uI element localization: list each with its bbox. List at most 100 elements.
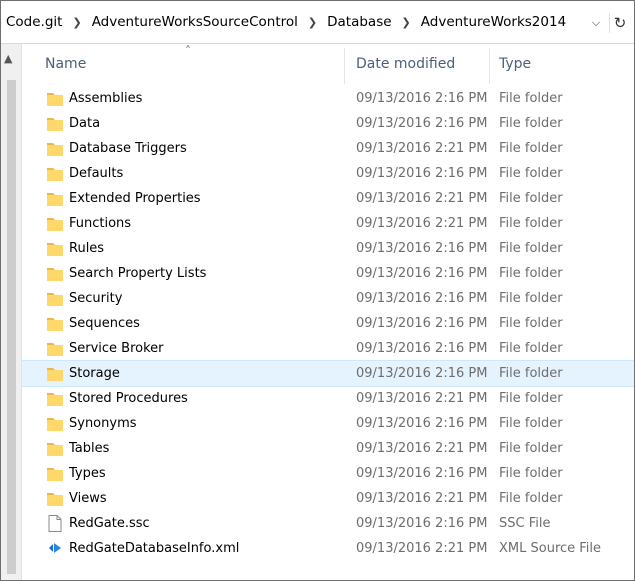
folder-icon <box>46 415 64 432</box>
address-bar[interactable]: Code.git ❯ AdventureWorksSourceControl ❯… <box>1 1 634 44</box>
scrollbar-thumb[interactable] <box>7 80 16 574</box>
chevron-right-icon[interactable]: ❯ <box>65 16 88 29</box>
file-name: Stored Procedures <box>69 391 188 406</box>
file-name: Extended Properties <box>69 191 201 206</box>
file-name: Sequences <box>69 316 140 331</box>
file-name: Assemblies <box>69 91 143 106</box>
file-row[interactable]: Functions 09/13/2016 2:21 PM File folder <box>22 211 634 236</box>
vertical-scrollbar[interactable]: ▲ <box>1 44 22 580</box>
file-type: File folder <box>499 366 563 381</box>
column-header: ˄ Name Date modified Type <box>22 44 634 84</box>
file-type: File folder <box>499 191 563 206</box>
file-type: File folder <box>499 291 563 306</box>
file-date-modified: 09/13/2016 2:16 PM <box>356 166 488 181</box>
file-type: File folder <box>499 416 563 431</box>
file-name: Storage <box>69 366 120 381</box>
file-row[interactable]: Data 09/13/2016 2:16 PM File folder <box>22 111 634 136</box>
file-row[interactable]: Storage 09/13/2016 2:16 PM File folder <box>21 360 634 387</box>
file-row[interactable]: Synonyms 09/13/2016 2:16 PM File folder <box>22 411 634 436</box>
file-date-modified: 09/13/2016 2:21 PM <box>356 191 488 206</box>
folder-icon <box>46 490 64 507</box>
file-row[interactable]: Types 09/13/2016 2:16 PM File folder <box>22 461 634 486</box>
file-row[interactable]: Rules 09/13/2016 2:16 PM File folder <box>22 236 634 261</box>
file-type: File folder <box>499 116 563 131</box>
file-type: File folder <box>499 91 563 106</box>
file-type: SSC File <box>499 516 551 531</box>
file-name: Security <box>69 291 123 306</box>
folder-icon <box>46 390 64 407</box>
folder-icon <box>46 140 64 157</box>
file-type: File folder <box>499 441 563 456</box>
file-row[interactable]: Service Broker 09/13/2016 2:16 PM File fol… <box>22 336 634 361</box>
file-type: File folder <box>499 241 563 256</box>
file-date-modified: 09/13/2016 2:21 PM <box>356 441 488 456</box>
file-row[interactable]: Search Property Lists 09/13/2016 2:16 PM F… <box>22 261 634 286</box>
file-row[interactable]: Database Triggers 09/13/2016 2:21 PM File … <box>22 136 634 161</box>
file-type: File folder <box>499 466 563 481</box>
file-date-modified: 09/13/2016 2:16 PM <box>356 266 488 281</box>
column-divider[interactable] <box>344 48 345 84</box>
file-type: File folder <box>499 316 563 331</box>
file-type: File folder <box>499 166 563 181</box>
column-divider[interactable] <box>489 48 490 84</box>
folder-icon <box>46 240 64 257</box>
file-date-modified: 09/13/2016 2:21 PM <box>356 541 488 556</box>
chevron-right-icon[interactable]: ❯ <box>395 16 418 29</box>
file-date-modified: 09/13/2016 2:21 PM <box>356 141 488 156</box>
refresh-icon[interactable]: ↻ <box>609 13 630 33</box>
file-row[interactable]: Sequences 09/13/2016 2:16 PM File folder <box>22 311 634 336</box>
file-name: Search Property Lists <box>69 266 207 281</box>
file-name: Service Broker <box>69 341 164 356</box>
chevron-down-icon[interactable]: ⌵ <box>587 14 605 32</box>
folder-icon <box>46 340 64 357</box>
chevron-right-icon[interactable]: ❯ <box>301 16 324 29</box>
file-date-modified: 09/13/2016 2:16 PM <box>356 316 488 331</box>
column-header-type[interactable]: Type <box>499 44 531 84</box>
file-row[interactable]: RedGateDatabaseInfo.xml 09/13/2016 2:21 P… <box>22 536 634 561</box>
folder-icon <box>46 365 64 382</box>
file-row[interactable]: Security 09/13/2016 2:16 PM File folder <box>22 286 634 311</box>
column-header-name[interactable]: Name <box>45 44 86 84</box>
file-date-modified: 09/13/2016 2:21 PM <box>356 216 488 231</box>
file-type: File folder <box>499 216 563 231</box>
file-type: XML Source File <box>499 541 602 556</box>
file-name: Tables <box>69 441 110 456</box>
file-row[interactable]: Defaults 09/13/2016 2:16 PM File folder <box>22 161 634 186</box>
folder-icon <box>46 290 64 307</box>
folder-icon <box>46 215 64 232</box>
file-type: File folder <box>499 491 563 506</box>
file-date-modified: 09/13/2016 2:16 PM <box>356 91 488 106</box>
file-name: Defaults <box>69 166 124 181</box>
breadcrumb-item[interactable]: Database <box>324 14 394 30</box>
file-row[interactable]: Stored Procedures 09/13/2016 2:21 PM File … <box>22 386 634 411</box>
file-name: RedGateDatabaseInfo.xml <box>69 541 240 556</box>
folder-icon <box>46 90 64 107</box>
breadcrumb-item[interactable]: AdventureWorksSourceControl <box>89 14 301 30</box>
file-row[interactable]: Extended Properties 09/13/2016 2:21 PM Fil… <box>22 186 634 211</box>
file-date-modified: 09/13/2016 2:21 PM <box>356 391 488 406</box>
file-name: Synonyms <box>69 416 137 431</box>
sort-ascending-icon: ˄ <box>185 44 191 58</box>
scroll-up-arrow-icon[interactable]: ▲ <box>4 52 12 65</box>
file-name: Types <box>69 466 106 481</box>
file-row[interactable]: RedGate.ssc 09/13/2016 2:16 PM SSC File <box>22 511 634 536</box>
file-icon <box>46 515 64 532</box>
file-date-modified: 09/13/2016 2:16 PM <box>356 366 488 381</box>
folder-icon <box>46 190 64 207</box>
file-row[interactable]: Assemblies 09/13/2016 2:16 PM File folder <box>22 86 634 111</box>
file-date-modified: 09/13/2016 2:16 PM <box>356 291 488 306</box>
file-type: File folder <box>499 391 563 406</box>
file-name: Rules <box>69 241 105 256</box>
breadcrumb-item[interactable]: AdventureWorks2014 <box>418 14 569 30</box>
file-date-modified: 09/13/2016 2:16 PM <box>356 341 488 356</box>
folder-icon <box>46 165 64 182</box>
breadcrumb-item[interactable]: Code.git <box>3 14 65 30</box>
file-date-modified: 09/13/2016 2:16 PM <box>356 241 488 256</box>
file-row[interactable]: Tables 09/13/2016 2:21 PM File folder <box>22 436 634 461</box>
file-list: Assemblies 09/13/2016 2:16 PM File folder D… <box>21 86 634 561</box>
column-header-date-modified[interactable]: Date modified <box>356 44 455 84</box>
breadcrumb: Code.git ❯ AdventureWorksSourceControl ❯… <box>3 1 582 43</box>
file-row[interactable]: Views 09/13/2016 2:21 PM File folder <box>22 486 634 511</box>
file-type: File folder <box>499 341 563 356</box>
folder-icon <box>46 265 64 282</box>
